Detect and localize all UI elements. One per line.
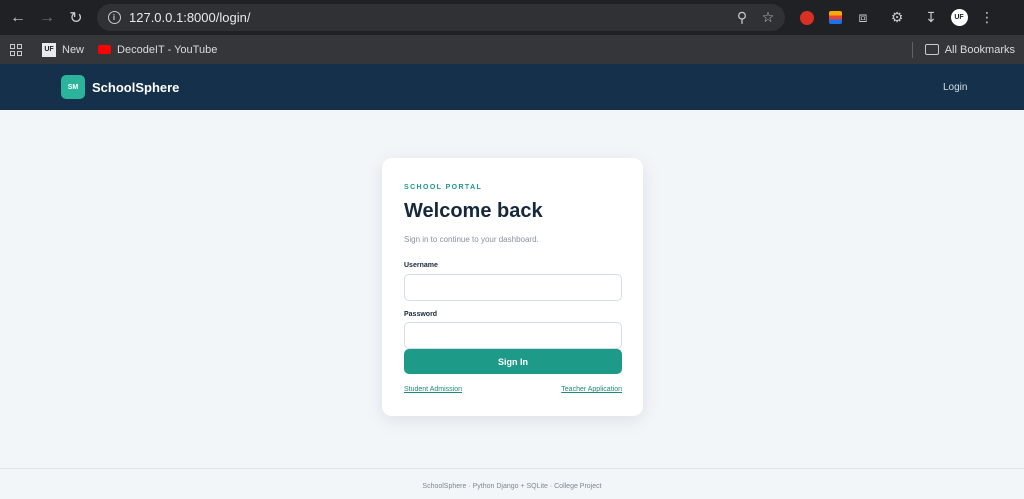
bookmark-star-icon[interactable]: ☆ (755, 9, 781, 26)
bookmark-label: DecodeIT - YouTube (117, 43, 218, 56)
chrome-menu-icon[interactable]: ⋮ (973, 4, 1001, 31)
student-admission-link[interactable]: Student Admission (404, 386, 462, 393)
youtube-icon (98, 45, 112, 54)
profile-avatar-initials: UF (950, 9, 968, 26)
uf-bookmark-icon: UF (42, 42, 56, 57)
card-subtitle: Sign in to continue to your dashboard. (404, 235, 539, 244)
bookmark-decodeit-youtube[interactable]: DecodeIT - YouTube (98, 44, 217, 56)
profile-avatar[interactable]: UF (945, 4, 973, 31)
teacher-application-link[interactable]: Teacher Application (561, 386, 622, 393)
card-title: Welcome back (404, 200, 543, 222)
password-input[interactable] (404, 322, 622, 349)
folder-icon (924, 44, 939, 55)
address-bar[interactable]: i 127.0.0.1:8000/login/ ⚲ ☆ (97, 4, 785, 31)
all-bookmarks-button[interactable]: All Bookmarks (924, 43, 1015, 56)
reload-button[interactable]: ↻ (62, 4, 90, 32)
apps-grid-icon[interactable] (10, 43, 22, 56)
footer-text: SchoolSphere · Python Django + SQLite · … (422, 483, 602, 490)
site-info-icon[interactable]: i (101, 11, 127, 24)
bookmark-new[interactable]: UF New (42, 42, 85, 57)
sign-in-button[interactable]: Sign In (404, 349, 622, 374)
adblock-extension-icon[interactable] (793, 4, 821, 31)
url-text[interactable]: 127.0.0.1:8000/login/ (129, 10, 729, 25)
color-extension-icon[interactable] (821, 4, 849, 31)
forward-button[interactable]: → (33, 4, 61, 32)
username-label: Username (404, 262, 438, 269)
bookmarks-divider (911, 41, 913, 58)
download-icon[interactable]: ↧ (917, 4, 945, 31)
site-header: SM SchoolSphere Login (0, 64, 1024, 110)
zoom-icon[interactable]: ⚲ (729, 9, 755, 26)
login-card: SCHOOL PORTAL Welcome back Sign in to co… (382, 158, 643, 416)
site-footer: SchoolSphere · Python Django + SQLite · … (0, 468, 1024, 499)
logo-badge[interactable]: SM (61, 75, 85, 99)
bookmark-label: New (62, 43, 85, 56)
all-bookmarks-label: All Bookmarks (944, 43, 1015, 56)
devtools-bug-icon[interactable]: ⚙ (883, 4, 911, 31)
back-button[interactable]: ← (4, 4, 32, 32)
bookmarks-bar: UF New DecodeIT - YouTube All Bookmarks (0, 35, 1024, 64)
nav-login-link[interactable]: Login (943, 82, 967, 93)
username-input[interactable] (404, 274, 622, 301)
site-name[interactable]: SchoolSphere (92, 80, 179, 95)
extensions-puzzle-icon[interactable]: ⧈ (849, 4, 877, 31)
password-label: Password (404, 311, 438, 318)
card-eyebrow: SCHOOL PORTAL (404, 184, 483, 191)
extensions-area: ⧈ ⚙ ↧ UF ⋮ (793, 4, 1001, 31)
